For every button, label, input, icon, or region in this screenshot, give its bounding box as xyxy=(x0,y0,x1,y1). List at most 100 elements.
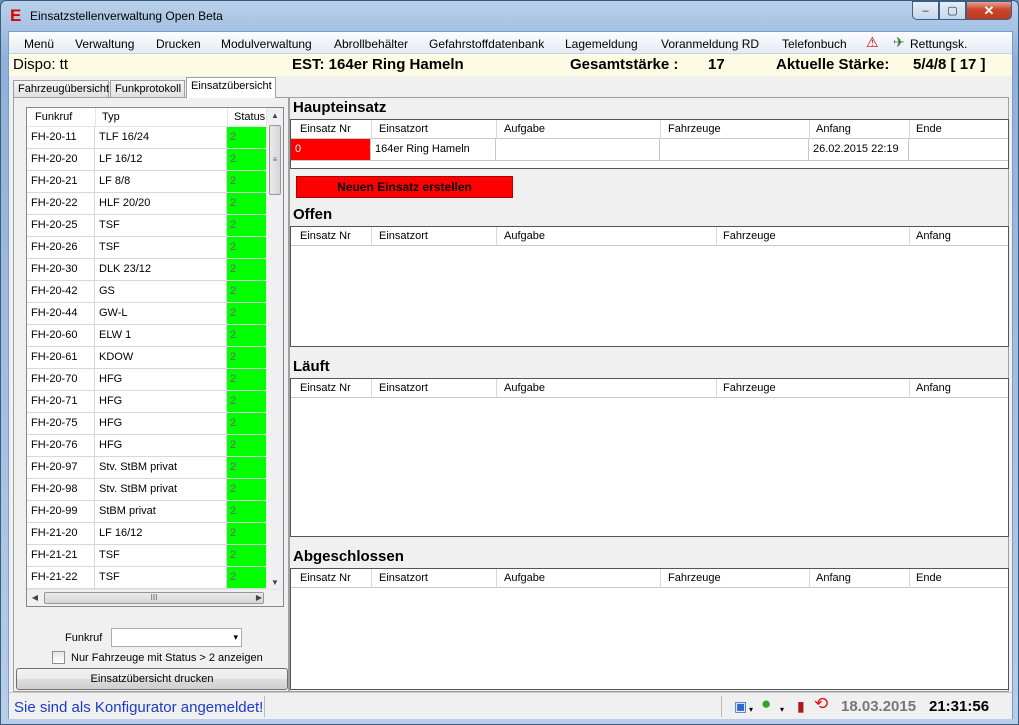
col-aufgabe[interactable]: Aufgabe xyxy=(504,230,545,242)
menu-modulverwaltung[interactable]: Modulverwaltung xyxy=(221,37,312,51)
col-anfang[interactable]: Anfang xyxy=(916,230,951,242)
print-overview-button[interactable]: Einsatzübersicht drucken xyxy=(16,668,288,690)
laeuft-grid[interactable]: Einsatz Nr Einsatzort Aufgabe Fahrzeuge … xyxy=(290,378,1009,537)
col-einsatz-nr[interactable]: Einsatz Nr xyxy=(300,382,351,394)
vehicle-list[interactable]: Funkruf Typ Status FH-20-11 TLF 16/24 2 FH-… xyxy=(26,107,284,607)
col-ende[interactable]: Ende xyxy=(916,572,942,584)
vehicle-row[interactable]: FH-20-22 HLF 20/20 2 xyxy=(27,193,267,215)
vehicle-funkruf-cell: FH-21-21 xyxy=(27,545,95,566)
vehicle-row[interactable]: FH-20-61 KDOW 2 xyxy=(27,347,267,369)
menu-rettungsk[interactable]: Rettungsk. xyxy=(910,37,967,51)
menu-drucken[interactable]: Drucken xyxy=(156,37,201,51)
menu-telefonbuch[interactable]: Telefonbuch xyxy=(782,37,847,51)
vertical-scrollbar[interactable]: ▲ ≡ ▼ xyxy=(266,108,283,591)
sync-icon[interactable]: ⟲ xyxy=(814,695,828,712)
col-fahrzeuge[interactable]: Fahrzeuge xyxy=(723,230,776,242)
warning-triangle-icon[interactable]: ⚠ xyxy=(866,35,879,49)
vehicle-row[interactable]: FH-20-75 HFG 2 xyxy=(27,413,267,435)
vehicle-row[interactable]: FH-20-11 TLF 16/24 2 xyxy=(27,127,267,149)
col-einsatzort[interactable]: Einsatzort xyxy=(379,572,428,584)
vehicle-row[interactable]: FH-20-76 HFG 2 xyxy=(27,435,267,457)
status-bar: Sie sind als Konfigurator angemeldet! ▣ … xyxy=(9,692,1012,719)
col-fahrzeuge[interactable]: Fahrzeuge xyxy=(668,123,721,135)
scroll-thumb[interactable]: ≡ xyxy=(269,125,281,195)
col-einsatzort[interactable]: Einsatzort xyxy=(379,123,428,135)
haupteinsatz-fahrzeuge-cell[interactable] xyxy=(660,139,809,160)
haupteinsatz-grid[interactable]: Einsatz Nr Einsatzort Aufgabe Fahrzeuge … xyxy=(290,119,1009,169)
vehicle-row[interactable]: FH-20-30 DLK 23/12 2 xyxy=(27,259,267,281)
chevron-down-icon: ▾ xyxy=(233,632,238,642)
vehicle-row[interactable]: FH-20-42 GS 2 xyxy=(27,281,267,303)
vehicle-row[interactable]: FH-20-71 HFG 2 xyxy=(27,391,267,413)
menu-voranmeldung-rd[interactable]: Voranmeldung RD xyxy=(661,37,759,51)
scroll-right-icon[interactable]: ▶ xyxy=(251,590,267,606)
vehicle-row[interactable]: FH-20-70 HFG 2 xyxy=(27,369,267,391)
minimize-button[interactable]: ‒ xyxy=(912,1,939,20)
header-funkruf[interactable]: Funkruf xyxy=(35,111,72,123)
menu-abrollbehaelter[interactable]: Abrollbehälter xyxy=(334,37,408,51)
menu-lagemeldung[interactable]: Lagemeldung xyxy=(565,37,638,51)
haupteinsatz-ort-cell[interactable]: 164er Ring Hameln xyxy=(371,139,496,160)
new-operation-button[interactable]: Neuen Einsatz erstellen xyxy=(296,176,513,198)
col-anfang[interactable]: Anfang xyxy=(816,572,851,584)
hscroll-thumb[interactable]: III xyxy=(44,592,264,604)
phone-icon[interactable]: ▮ xyxy=(797,698,805,714)
haupteinsatz-row[interactable]: 0 164er Ring Hameln 26.02.2015 22:19 xyxy=(291,139,1008,161)
menu-verwaltung[interactable]: Verwaltung xyxy=(75,37,134,51)
col-einsatz-nr[interactable]: Einsatz Nr xyxy=(300,230,351,242)
col-anfang[interactable]: Anfang xyxy=(916,382,951,394)
vehicle-row[interactable]: FH-20-99 StBM privat 2 xyxy=(27,501,267,523)
tab-funkprotokoll[interactable]: Funkprotokoll xyxy=(110,80,185,97)
scroll-up-icon[interactable]: ▲ xyxy=(267,108,283,124)
vehicle-row[interactable]: FH-21-20 LF 16/12 2 xyxy=(27,523,267,545)
tab-einsatzuebersicht[interactable]: Einsatzübersicht xyxy=(186,77,276,98)
header-status[interactable]: Status xyxy=(234,111,265,123)
col-ende[interactable]: Ende xyxy=(916,123,942,135)
vehicle-row[interactable]: FH-20-25 TSF 2 xyxy=(27,215,267,237)
col-einsatz-nr[interactable]: Einsatz Nr xyxy=(300,572,351,584)
col-einsatz-nr[interactable]: Einsatz Nr xyxy=(300,123,351,135)
vehicle-row[interactable]: FH-20-26 TSF 2 xyxy=(27,237,267,259)
status-filter-label[interactable]: Nur Fahrzeuge mit Status > 2 anzeigen xyxy=(71,652,263,664)
close-button[interactable]: ✕ xyxy=(966,1,1012,20)
vehicle-row[interactable]: FH-20-21 LF 8/8 2 xyxy=(27,171,267,193)
col-anfang[interactable]: Anfang xyxy=(816,123,851,135)
chevron-down-icon[interactable]: ▾ xyxy=(749,702,753,718)
haupteinsatz-anfang-cell[interactable]: 26.02.2015 22:19 xyxy=(809,139,909,160)
haupteinsatz-nr-cell[interactable]: 0 xyxy=(291,139,371,160)
vehicle-typ-cell: TSF xyxy=(95,215,227,236)
menu-menue[interactable]: Menü xyxy=(24,37,54,51)
vehicle-typ-cell: HFG xyxy=(95,369,227,390)
col-fahrzeuge[interactable]: Fahrzeuge xyxy=(668,572,721,584)
col-einsatzort[interactable]: Einsatzort xyxy=(379,230,428,242)
header-typ[interactable]: Typ xyxy=(102,111,120,123)
col-aufgabe[interactable]: Aufgabe xyxy=(504,123,545,135)
col-einsatzort[interactable]: Einsatzort xyxy=(379,382,428,394)
globe-icon[interactable]: ● xyxy=(761,695,771,712)
tab-fahrzeuguebersicht[interactable]: Fahrzeugübersicht xyxy=(13,80,109,97)
vehicle-row[interactable]: FH-20-97 Stv. StBM privat 2 xyxy=(27,457,267,479)
vehicle-row[interactable]: FH-20-98 Stv. StBM privat 2 xyxy=(27,479,267,501)
menu-gefahrstoffdatenbank[interactable]: Gefahrstoffdatenbank xyxy=(429,37,544,51)
vehicle-typ-cell: KDOW xyxy=(95,347,227,368)
vehicle-row[interactable]: FH-21-21 TSF 2 xyxy=(27,545,267,567)
haupteinsatz-ende-cell[interactable] xyxy=(909,139,1008,160)
horizontal-scrollbar[interactable]: ◀ III ▶ xyxy=(27,589,283,606)
col-aufgabe[interactable]: Aufgabe xyxy=(504,382,545,394)
abgeschlossen-grid[interactable]: Einsatz Nr Einsatzort Aufgabe Fahrzeuge … xyxy=(290,568,1009,690)
haupteinsatz-aufgabe-cell[interactable] xyxy=(496,139,660,160)
network-icon[interactable]: ▣ xyxy=(734,698,747,714)
vehicle-row[interactable]: FH-20-60 ELW 12 xyxy=(27,325,267,347)
col-aufgabe[interactable]: Aufgabe xyxy=(504,572,545,584)
maximize-button[interactable]: ▢ xyxy=(939,1,966,20)
offen-grid[interactable]: Einsatz Nr Einsatzort Aufgabe Fahrzeuge … xyxy=(290,226,1009,347)
status-filter-checkbox[interactable] xyxy=(52,651,65,664)
title-bar[interactable]: E Einsatzstellenverwaltung Open Beta ‒ ▢… xyxy=(1,1,1018,31)
vehicle-row[interactable]: FH-20-20 LF 16/12 2 xyxy=(27,149,267,171)
funkruf-filter-select[interactable]: ▾ xyxy=(111,628,242,647)
col-fahrzeuge[interactable]: Fahrzeuge xyxy=(723,382,776,394)
scroll-left-icon[interactable]: ◀ xyxy=(27,590,43,606)
vehicle-row[interactable]: FH-20-44 GW-L 2 xyxy=(27,303,267,325)
vehicle-row[interactable]: FH-21-22 TSF 2 xyxy=(27,567,267,589)
chevron-down-icon[interactable]: ▾ xyxy=(780,702,784,718)
